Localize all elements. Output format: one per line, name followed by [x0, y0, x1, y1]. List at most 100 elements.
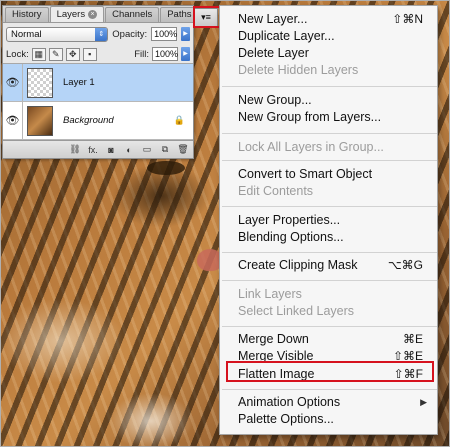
submenu-arrow-icon: ▶	[420, 397, 427, 407]
eye-icon[interactable]: 👁	[3, 102, 23, 139]
menu-item-flatten-image[interactable]: Flatten Image ⇧⌘F	[220, 366, 437, 383]
adjustment-icon[interactable]: ◐	[123, 145, 135, 155]
layers-list: 👁 Layer 1 👁 Background 🔒	[3, 64, 193, 140]
menu-item-label: Lock All Layers in Group...	[238, 140, 384, 154]
menu-separator	[222, 252, 437, 253]
folder-icon[interactable]: ▭	[141, 144, 153, 155]
fill-slider-arrow-icon[interactable]: ▶	[181, 47, 190, 61]
menu-item-lock-all-layers: Lock All Layers in Group...	[220, 139, 437, 156]
menu-separator	[222, 326, 437, 327]
menu-item-select-linked-layers: Select Linked Layers	[220, 303, 437, 320]
lock-all-icon[interactable]: ▪	[82, 47, 97, 61]
opacity-label: Opacity:	[112, 28, 148, 40]
menu-item-shortcut: ⇧⌘N	[392, 12, 423, 26]
link-icon[interactable]: ⛓	[69, 144, 81, 155]
palette-menu: New Layer... ⇧⌘N Duplicate Layer... Delet…	[219, 5, 438, 435]
menu-item-duplicate-layer[interactable]: Duplicate Layer...	[220, 28, 437, 45]
tab-channels[interactable]: Channels	[105, 7, 160, 22]
menu-item-label: Link Layers	[238, 287, 302, 301]
menu-separator	[222, 86, 437, 87]
menu-item-layer-properties[interactable]: Layer Properties...	[220, 212, 437, 229]
menu-item-create-clipping-mask[interactable]: Create Clipping Mask ⌥⌘G	[220, 257, 437, 274]
lock-transparency-icon[interactable]: ▦	[31, 47, 46, 61]
layer-thumbnail	[27, 105, 53, 136]
menu-item-label: Flatten Image	[238, 367, 315, 381]
palette-tab-bar: History Layers × Channels Paths	[3, 6, 199, 23]
menu-item-link-layers: Link Layers	[220, 286, 437, 303]
menu-item-label: Create Clipping Mask	[238, 258, 358, 272]
tab-label: Channels	[112, 9, 153, 20]
blend-mode-value: Normal	[11, 28, 42, 40]
mask-icon[interactable]: ◙	[105, 145, 117, 155]
menu-item-label: Merge Visible	[238, 349, 314, 363]
tab-label: Paths	[167, 9, 192, 20]
fx-icon[interactable]: fx.	[87, 145, 99, 155]
menu-item-blending-options[interactable]: Blending Options...	[220, 229, 437, 246]
opacity-slider-arrow-icon[interactable]: ▶	[181, 27, 190, 41]
menu-item-new-layer[interactable]: New Layer... ⇧⌘N	[220, 11, 437, 28]
menu-item-label: Duplicate Layer...	[238, 29, 335, 43]
tab-label: Layers	[56, 8, 86, 20]
menu-separator	[222, 133, 437, 134]
lock-icon: 🔒	[173, 115, 185, 125]
menu-item-merge-visible[interactable]: Merge Visible ⇧⌘E	[220, 348, 437, 365]
lock-label: Lock:	[6, 48, 29, 60]
lock-position-icon[interactable]: ✥	[65, 47, 80, 61]
menu-item-edit-contents: Edit Contents	[220, 183, 437, 200]
menu-item-animation-options[interactable]: Animation Options ▶	[220, 394, 437, 411]
opacity-field[interactable]: 100%	[151, 27, 177, 41]
fill-field[interactable]: 100%	[152, 47, 178, 61]
menu-separator	[222, 280, 437, 281]
menu-item-label: Select Linked Layers	[238, 304, 355, 318]
menu-item-merge-down[interactable]: Merge Down ⌘E	[220, 331, 437, 348]
tab-label: History	[12, 9, 42, 20]
tab-history[interactable]: History	[5, 7, 49, 22]
tiger-eye	[147, 161, 185, 175]
layer-name: Layer 1	[63, 77, 95, 88]
menu-item-new-group[interactable]: New Group...	[220, 92, 437, 109]
menu-item-label: Convert to Smart Object	[238, 167, 373, 181]
close-icon[interactable]: ×	[88, 10, 98, 19]
layer-thumbnail	[27, 67, 53, 98]
menu-item-label: Delete Layer	[238, 46, 309, 60]
menu-item-label: Edit Contents	[238, 184, 314, 198]
menu-item-shortcut: ⇧⌘E	[392, 349, 423, 363]
menu-item-new-group-from-layers[interactable]: New Group from Layers...	[220, 109, 437, 126]
palette-menu-button[interactable]: ▾≡	[194, 8, 218, 27]
layer-name: Background	[63, 115, 114, 126]
palette-bottom-bar: ⛓ fx. ◙ ◐ ▭ ⧉ 🗑	[3, 140, 193, 158]
tab-paths[interactable]: Paths	[160, 7, 199, 22]
lock-pixels-icon[interactable]: ✎	[48, 47, 63, 61]
menu-item-label: New Group from Layers...	[238, 110, 382, 124]
blend-row: Normal ⇕ Opacity: 100% ▶	[3, 23, 193, 45]
menu-item-label: New Layer...	[238, 12, 308, 26]
menu-item-label: Animation Options	[238, 395, 341, 409]
fill-label: Fill:	[134, 48, 149, 60]
menu-item-palette-options[interactable]: Palette Options...	[220, 411, 437, 428]
menu-item-delete-layer[interactable]: Delete Layer	[220, 45, 437, 62]
layers-palette: History Layers × Channels Paths Normal ⇕ …	[2, 5, 199, 159]
menu-item-label: Blending Options...	[238, 230, 344, 244]
menu-item-label: New Group...	[238, 93, 312, 107]
menu-item-shortcut: ⌥⌘G	[387, 258, 423, 272]
menu-item-delete-hidden-layers: Delete Hidden Layers	[220, 62, 437, 79]
menu-item-label: Merge Down	[238, 332, 309, 346]
menu-item-label: Layer Properties...	[238, 213, 341, 227]
menu-item-convert-to-smart-object[interactable]: Convert to Smart Object	[220, 166, 437, 183]
menu-item-label: Delete Hidden Layers	[238, 63, 359, 77]
menu-separator	[222, 389, 437, 390]
blend-mode-select[interactable]: Normal ⇕	[6, 26, 109, 42]
lock-row: Lock: ▦ ✎ ✥ ▪ Fill: 100% ▶	[3, 45, 193, 64]
menu-separator	[222, 206, 437, 207]
chevron-updown-icon: ⇕	[95, 27, 108, 41]
new-layer-icon[interactable]: ⧉	[159, 144, 171, 155]
menu-item-shortcut: ⌘E	[402, 332, 423, 346]
eye-icon[interactable]: 👁	[3, 64, 23, 101]
layer-row-layer-1[interactable]: 👁 Layer 1	[3, 64, 193, 102]
menu-item-label: Palette Options...	[238, 412, 334, 426]
menu-separator	[222, 160, 437, 161]
layer-row-background[interactable]: 👁 Background 🔒	[3, 102, 193, 140]
trash-icon[interactable]: 🗑	[177, 144, 189, 155]
menu-item-shortcut: ⇧⌘F	[393, 367, 423, 381]
tab-layers[interactable]: Layers ×	[49, 6, 105, 22]
